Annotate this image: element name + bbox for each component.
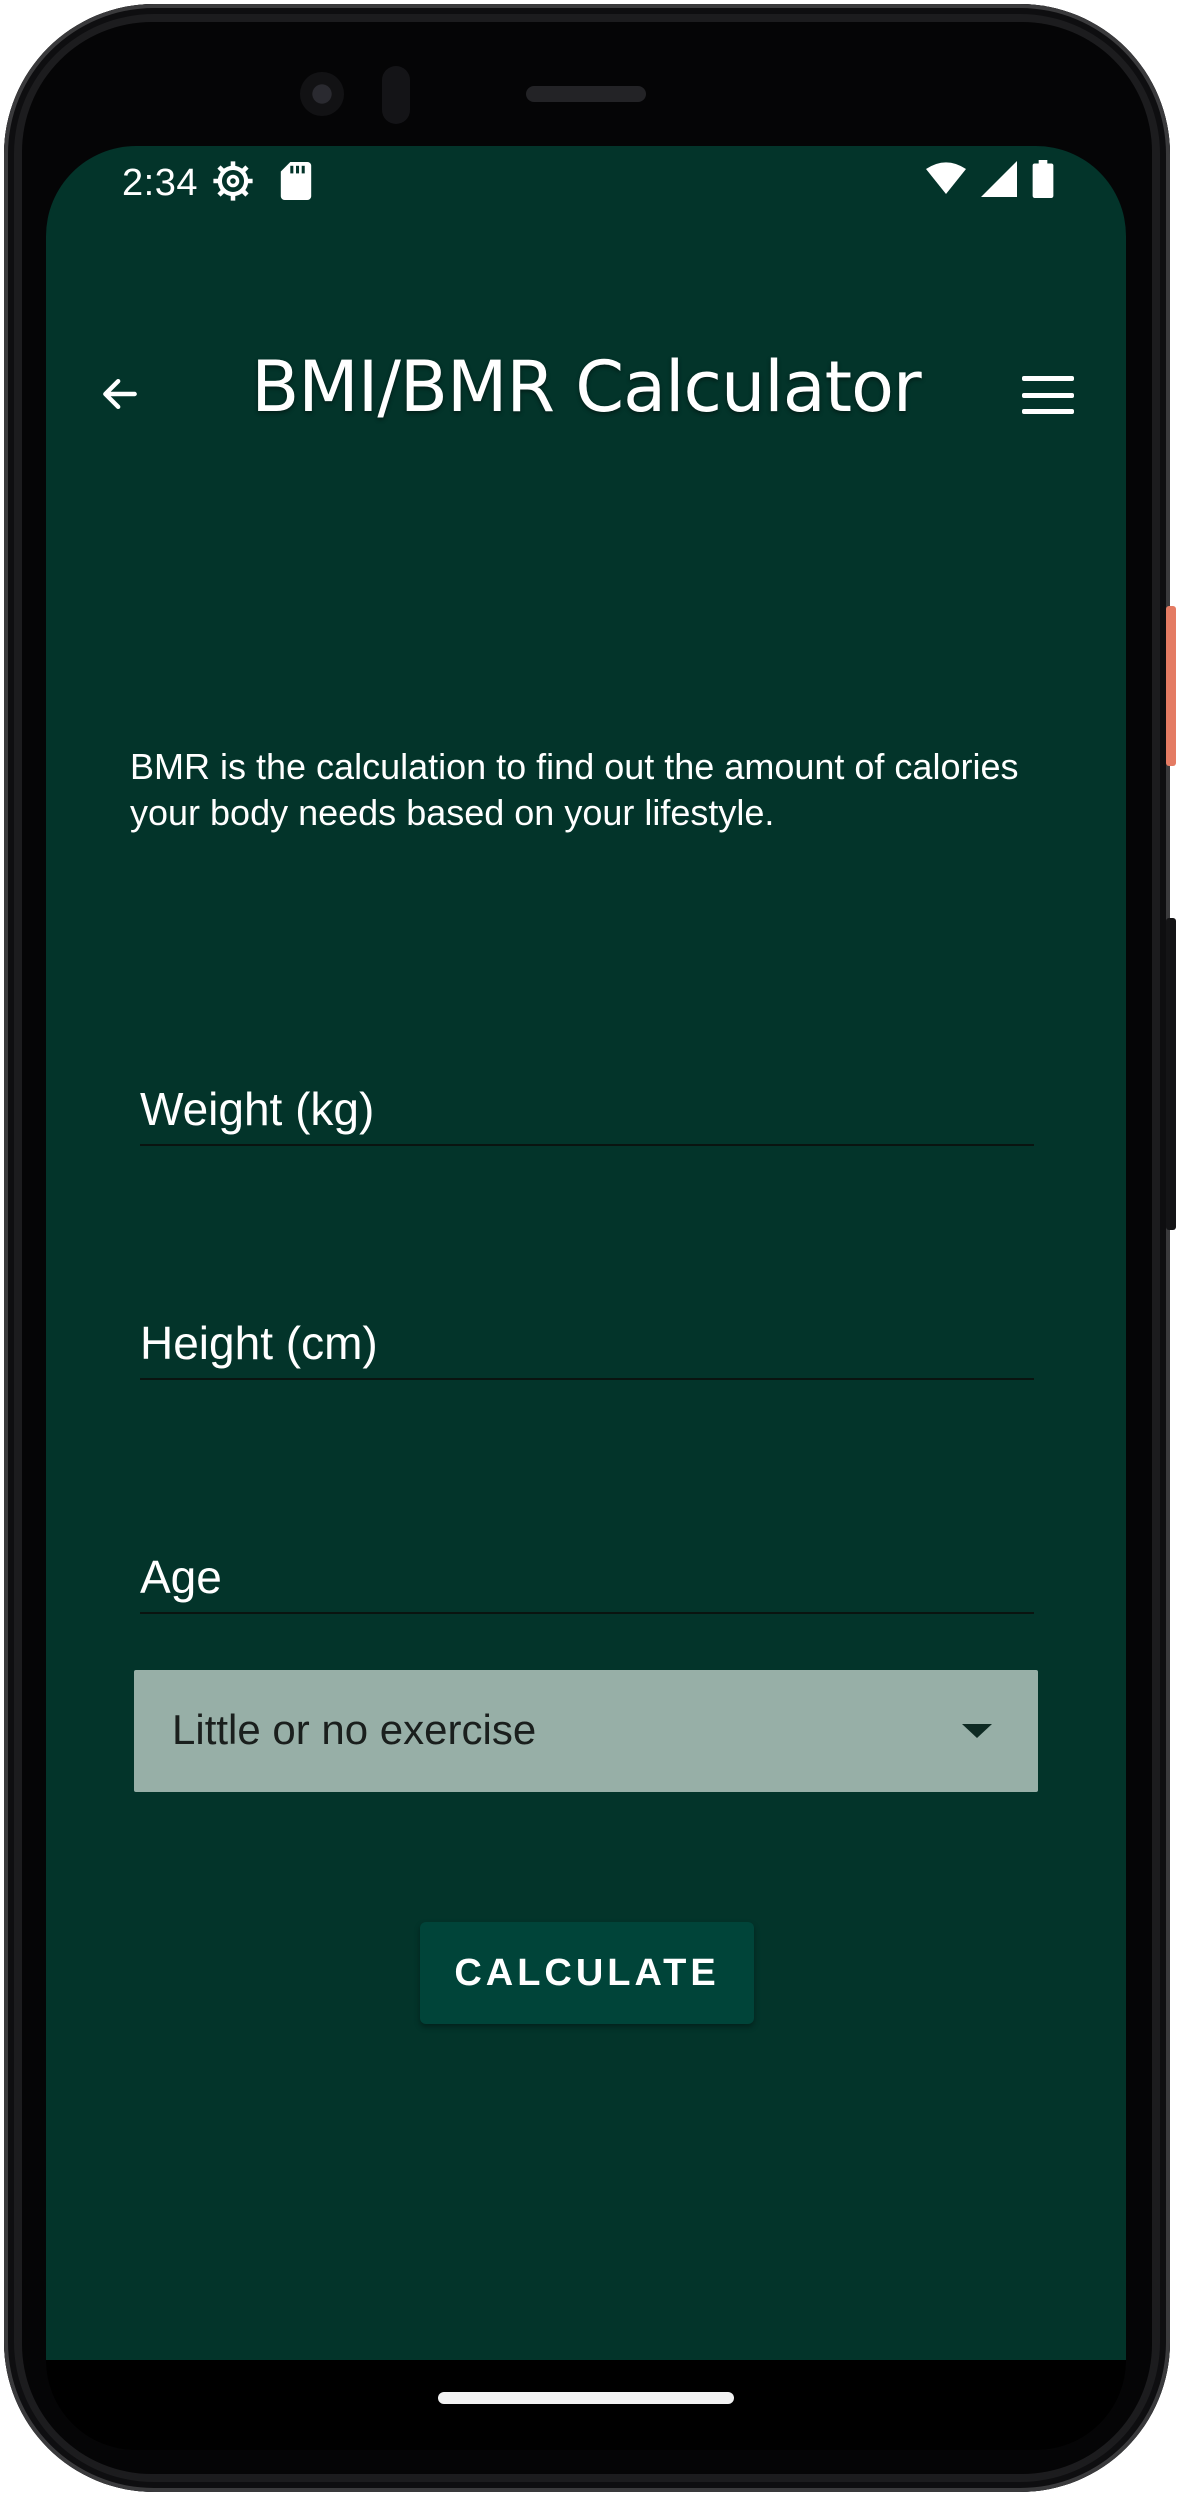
weight-placeholder: Weight (kg): [140, 1083, 375, 1135]
sd-card-icon: [280, 162, 312, 200]
home-gesture-handle[interactable]: [438, 2392, 734, 2404]
settings-icon: [213, 161, 253, 201]
page-title: BMI/BMR Calculator: [251, 346, 921, 428]
menu-line: [1022, 392, 1074, 398]
calculate-button[interactable]: CALCULATE: [420, 1922, 754, 2024]
activity-level-select[interactable]: Little or no exercise: [134, 1670, 1038, 1792]
phone-device: 2:34 BMI/BMR Calculator BMR is the calcu…: [0, 0, 1178, 2498]
navigation-bar: [46, 2360, 1126, 2450]
age-field[interactable]: Age: [140, 1520, 1034, 1614]
battery-icon: [1032, 160, 1054, 198]
status-time: 2:34: [122, 162, 198, 204]
bmr-description: BMR is the calculation to find out the a…: [130, 746, 1019, 833]
age-placeholder: Age: [140, 1551, 222, 1603]
height-placeholder: Height (cm): [140, 1317, 378, 1369]
dropdown-arrow-icon: [962, 1724, 992, 1738]
app-screen: 2:34 BMI/BMR Calculator BMR is the calcu…: [46, 146, 1126, 2360]
volume-button: [1166, 918, 1176, 1230]
hamburger-menu-icon[interactable]: [1020, 372, 1076, 418]
front-camera: [300, 72, 344, 116]
weight-field[interactable]: Weight (kg): [140, 1052, 1034, 1146]
wifi-icon: [926, 162, 966, 194]
proximity-sensor: [382, 66, 410, 124]
status-icons-right: [926, 160, 1054, 198]
menu-line: [1022, 409, 1074, 414]
height-field[interactable]: Height (cm): [140, 1286, 1034, 1380]
power-button: [1166, 606, 1176, 766]
activity-level-value: Little or no exercise: [172, 1706, 537, 1753]
earpiece-speaker: [526, 86, 646, 102]
signal-icon: [981, 161, 1017, 197]
menu-line: [1022, 376, 1074, 381]
